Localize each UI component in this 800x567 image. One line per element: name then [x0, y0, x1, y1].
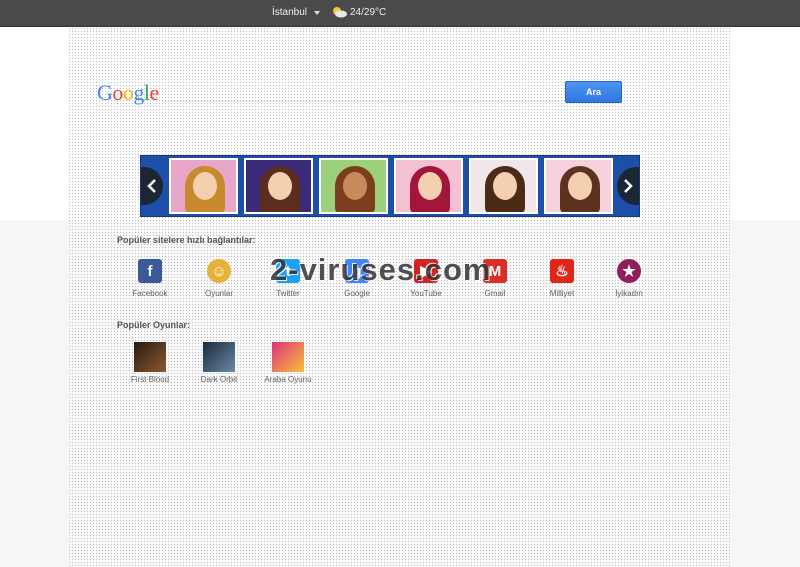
- top-bar: İstanbul 24/29°C: [0, 0, 800, 27]
- weather-temperature: 24/29°C: [350, 6, 387, 18]
- site-link-google[interactable]: g Google: [332, 259, 382, 298]
- carousel-prev-button[interactable]: [141, 167, 163, 205]
- carousel-thumbnail[interactable]: [469, 158, 538, 214]
- site-link-youtube[interactable]: ▶ YouTube: [401, 259, 451, 298]
- dark-orbit-icon: [203, 342, 235, 372]
- twitter-icon: t: [276, 259, 300, 283]
- site-link-twitter[interactable]: t Twitter: [263, 259, 313, 298]
- search-input[interactable]: [163, 83, 561, 102]
- chevron-down-icon: [314, 10, 321, 15]
- site-link-milliyet[interactable]: ♨ Milliyet: [537, 259, 587, 298]
- carousel-thumbnail[interactable]: [244, 158, 313, 214]
- weather-widget[interactable]: 24/29°C: [331, 6, 386, 18]
- site-link-iyikadin[interactable]: ★ İyikadın: [604, 259, 654, 298]
- carousel-thumbnail[interactable]: [394, 158, 463, 214]
- popular-games-title: Popüler Oyunlar:: [117, 320, 191, 330]
- search-button[interactable]: Ara: [565, 81, 622, 103]
- site-link-gmail[interactable]: M Gmail: [470, 259, 520, 298]
- car-game-icon: [272, 342, 304, 372]
- site-link-label: Oyunlar: [204, 289, 233, 298]
- google-logo: Google: [97, 80, 159, 105]
- iyikadin-icon: ★: [617, 259, 641, 283]
- youtube-icon: ▶: [414, 259, 438, 283]
- site-link-label: Gmail: [484, 289, 506, 298]
- chevron-left-icon: [147, 179, 156, 193]
- game-link-dark-orbit[interactable]: Dark Orbit: [194, 342, 244, 384]
- chevron-right-icon: [624, 179, 633, 193]
- games-carousel: [140, 155, 640, 217]
- site-link-facebook[interactable]: f Facebook: [125, 259, 175, 298]
- site-link-label: İyikadın: [615, 289, 643, 298]
- city-selector[interactable]: İstanbul: [272, 7, 321, 18]
- site-link-label: Facebook: [132, 289, 168, 298]
- carousel-thumbnail[interactable]: [319, 158, 388, 214]
- partly-cloudy-icon: [333, 7, 347, 18]
- game-link-araba-oyunu[interactable]: Araba Oyunu: [263, 342, 313, 384]
- site-link-label: Twitter: [276, 289, 300, 298]
- first-blood-icon: [134, 342, 166, 372]
- popular-sites-title: Popüler sitelere hızlı bağlantılar:: [117, 235, 256, 245]
- google-icon: g: [345, 259, 369, 283]
- facebook-icon: f: [138, 259, 162, 283]
- site-link-label: Milliyet: [549, 289, 575, 298]
- site-link-label: YouTube: [410, 289, 442, 298]
- milliyet-icon: ♨: [550, 259, 574, 283]
- carousel-thumbnail[interactable]: [169, 158, 238, 214]
- gmail-icon: M: [483, 259, 507, 283]
- game-link-label: Araba Oyunu: [264, 375, 312, 384]
- game-link-label: Dark Orbit: [200, 375, 238, 384]
- game-link-first-blood[interactable]: First Blood: [125, 342, 175, 384]
- site-link-oyunlar[interactable]: ☺ Oyunlar: [194, 259, 244, 298]
- city-label: İstanbul: [272, 7, 308, 18]
- games-icon: ☺: [207, 259, 231, 283]
- site-link-label: Google: [344, 289, 370, 298]
- carousel-thumbnail[interactable]: [544, 158, 613, 214]
- game-link-label: First Blood: [130, 375, 170, 384]
- carousel-next-button[interactable]: [617, 167, 639, 205]
